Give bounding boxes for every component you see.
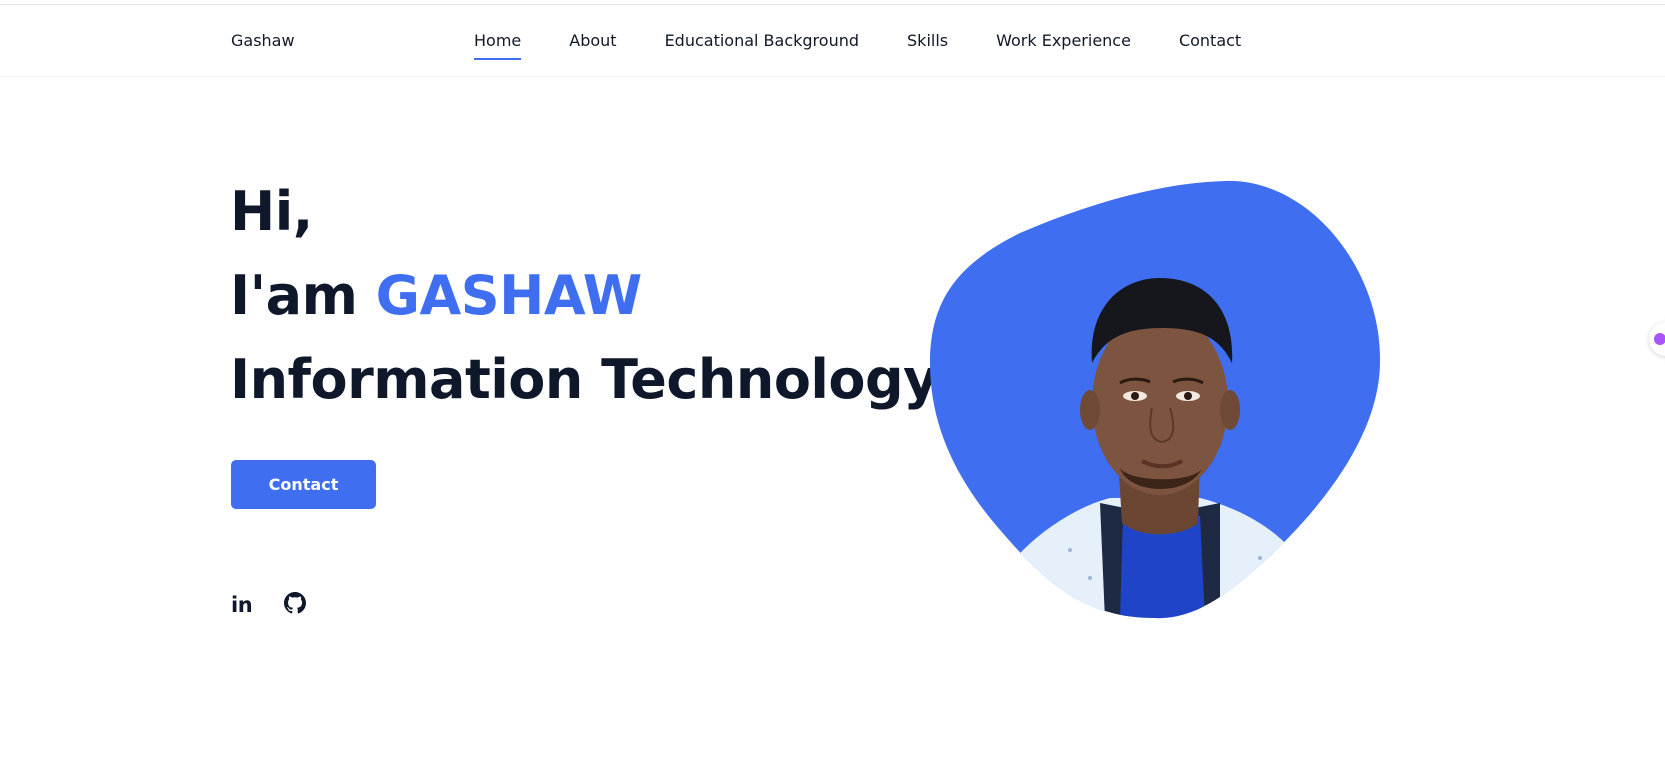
floating-widget-button[interactable] bbox=[1649, 322, 1665, 356]
nav-home[interactable]: Home bbox=[474, 31, 522, 60]
nav-contact[interactable]: Contact bbox=[1179, 31, 1241, 50]
hero-heading: Hi, I'am GASHAW Information Technology bbox=[230, 170, 938, 422]
profile-photo bbox=[930, 180, 1381, 619]
github-icon[interactable] bbox=[284, 592, 307, 618]
main-nav: Home About Educational Background Skills… bbox=[474, 31, 1289, 60]
profile-blob bbox=[930, 178, 1382, 620]
widget-icon bbox=[1654, 333, 1665, 345]
contact-button[interactable]: Contact bbox=[231, 460, 376, 509]
greeting-line: Hi, bbox=[230, 180, 313, 243]
nav-work-experience[interactable]: Work Experience bbox=[996, 31, 1131, 50]
brand-logo[interactable]: Gashaw bbox=[231, 31, 295, 50]
iam-text: I'am bbox=[230, 264, 358, 327]
nav-skills[interactable]: Skills bbox=[907, 31, 948, 50]
social-links: in bbox=[231, 592, 307, 618]
nav-educational-background[interactable]: Educational Background bbox=[665, 31, 859, 50]
name-line: I'am GASHAW bbox=[230, 254, 938, 338]
hero-name: GASHAW bbox=[375, 264, 643, 327]
linkedin-icon[interactable]: in bbox=[231, 593, 253, 617]
nav-about[interactable]: About bbox=[569, 31, 616, 50]
profession-line: Information Technology bbox=[230, 348, 938, 411]
navbar: Gashaw Home About Educational Background… bbox=[0, 5, 1665, 77]
